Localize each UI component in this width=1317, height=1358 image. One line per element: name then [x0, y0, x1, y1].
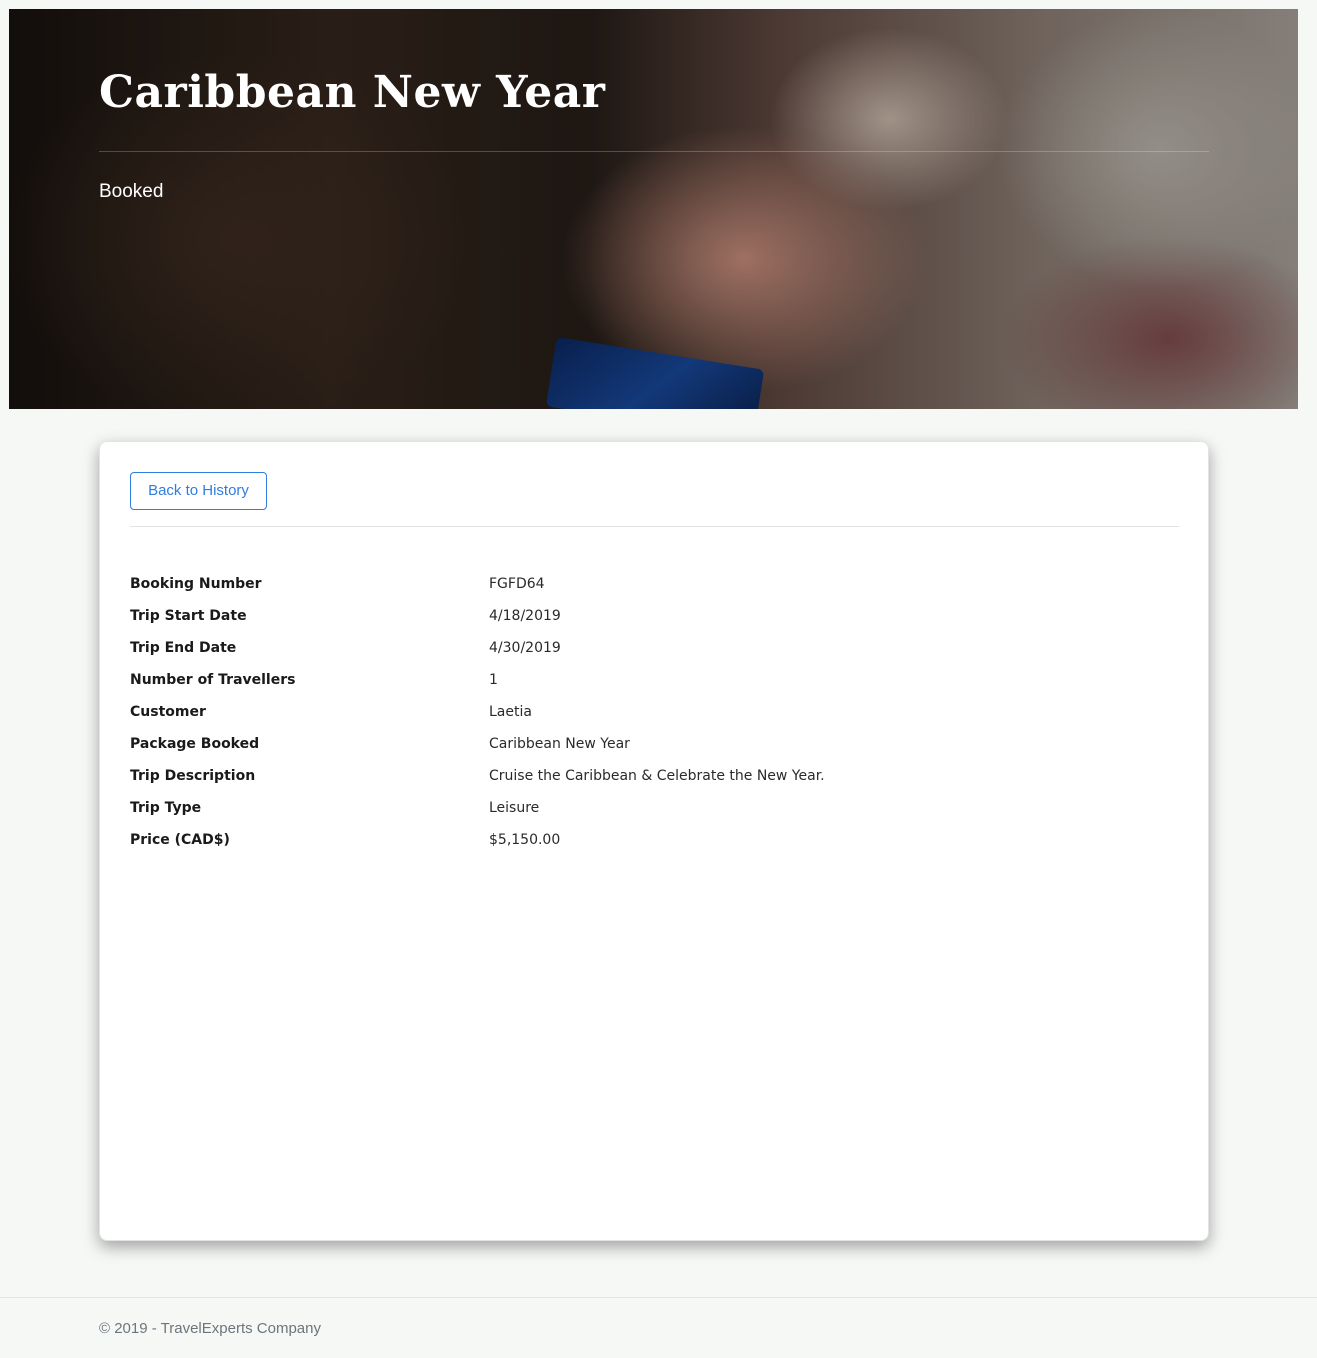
detail-row-trip-end-date: Trip End Date 4/30/2019: [130, 632, 1179, 664]
detail-row-trip-type: Trip Type Leisure: [130, 792, 1179, 824]
detail-row-package-booked: Package Booked Caribbean New Year: [130, 728, 1179, 760]
detail-value: 4/30/2019: [489, 640, 561, 656]
booking-status: Booked: [99, 181, 164, 202]
detail-label: Trip Type: [130, 800, 202, 816]
detail-row-customer: Customer Laetia: [130, 696, 1179, 728]
detail-row-price: Price (CAD$) $5,150.00: [130, 824, 1179, 856]
detail-value: $5,150.00: [489, 832, 561, 848]
detail-row-number-of-travellers: Number of Travellers 1: [130, 664, 1179, 696]
detail-label: Number of Travellers: [130, 672, 296, 688]
hero-banner: Caribbean New Year Booked: [9, 9, 1298, 409]
detail-label: Trip Start Date: [130, 608, 247, 624]
detail-value: Leisure: [489, 800, 540, 816]
card-divider: [130, 526, 1179, 527]
footer-copyright: © 2019 - TravelExperts Company: [99, 1320, 321, 1337]
back-to-history-button[interactable]: Back to History: [130, 472, 267, 510]
detail-row-booking-number: Booking Number FGFD64: [130, 568, 1179, 600]
detail-label: Customer: [130, 704, 206, 720]
detail-label: Package Booked: [130, 736, 260, 752]
footer-divider: [0, 1297, 1317, 1298]
detail-label: Price (CAD$): [130, 832, 230, 848]
detail-label: Trip Description: [130, 768, 256, 784]
detail-label: Trip End Date: [130, 640, 237, 656]
detail-value: Caribbean New Year: [489, 736, 630, 752]
page-title: Caribbean New Year: [99, 67, 606, 118]
detail-label: Booking Number: [130, 576, 262, 592]
detail-value: Laetia: [489, 704, 532, 720]
booking-details-card: Back to History Booking Number FGFD64 Tr…: [99, 441, 1209, 1241]
detail-row-trip-description: Trip Description Cruise the Caribbean & …: [130, 760, 1179, 792]
booking-details-list: Booking Number FGFD64 Trip Start Date 4/…: [130, 568, 1179, 856]
detail-value: 4/18/2019: [489, 608, 561, 624]
detail-value: 1: [489, 672, 498, 688]
detail-value: FGFD64: [489, 576, 545, 592]
detail-row-trip-start-date: Trip Start Date 4/18/2019: [130, 600, 1179, 632]
hero-divider: [99, 151, 1209, 152]
detail-value: Cruise the Caribbean & Celebrate the New…: [489, 768, 825, 784]
